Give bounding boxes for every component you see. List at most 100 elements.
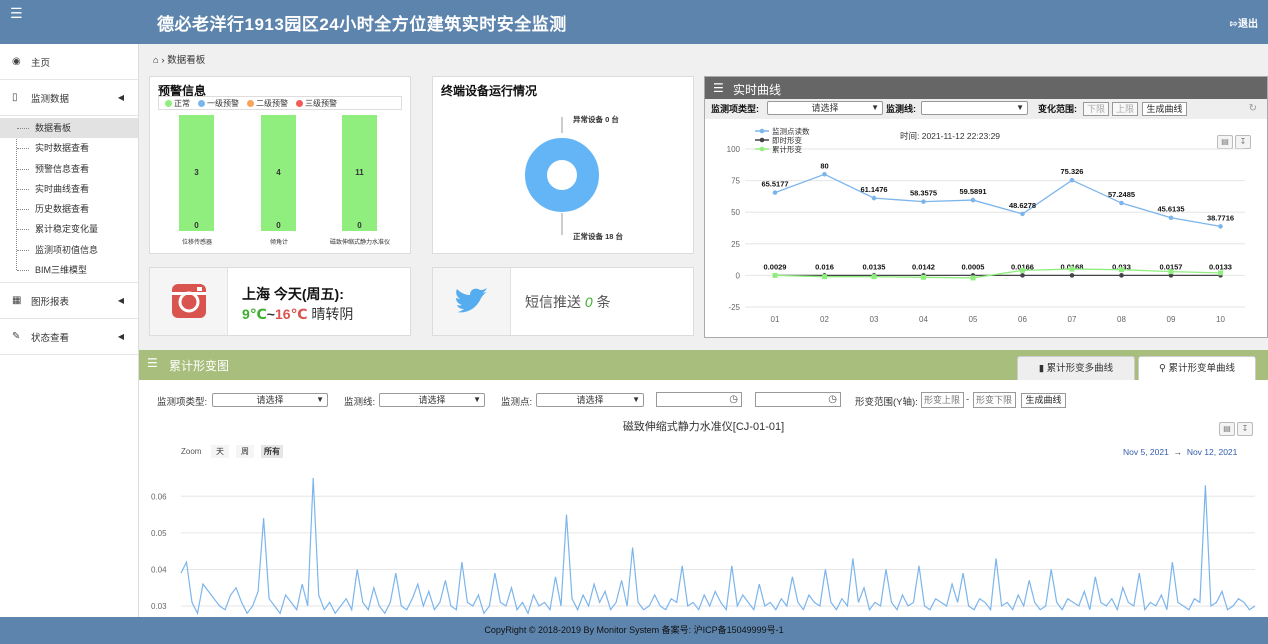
series-point[interactable] <box>1119 200 1124 206</box>
legend-marker <box>759 128 765 134</box>
submenu-item-dashboard[interactable]: 数据看板 <box>0 118 138 139</box>
cum-type-select[interactable]: 请选择 ▼ <box>212 393 328 407</box>
clock-icon: ◷ <box>729 394 738 405</box>
series-point[interactable] <box>772 272 778 278</box>
series-point[interactable] <box>772 190 778 195</box>
x-tick-label: 05 <box>969 315 978 324</box>
submenu-item-bim[interactable]: BIM三维模型 <box>0 260 138 280</box>
series-point[interactable] <box>871 195 877 201</box>
series-point[interactable] <box>1119 273 1124 278</box>
tab-single-curve[interactable]: ⚲ 累计形变单曲线 <box>1138 356 1256 380</box>
submenu-item-warnings[interactable]: 预警信息查看 <box>0 159 138 179</box>
normal-slice[interactable] <box>525 138 599 212</box>
rt-line-select[interactable]: ▼ <box>921 101 1028 115</box>
bar-label: 位移传感器 <box>181 240 212 246</box>
cumulative-series-line[interactable] <box>180 477 1256 616</box>
tab-label: 累计形变多曲线 <box>1046 363 1114 374</box>
legend-label[interactable]: 即时形变 <box>772 135 802 145</box>
hamburger-icon[interactable]: ☰ <box>10 6 23 20</box>
series-point[interactable] <box>1168 269 1174 275</box>
logout-button[interactable]: ⇰退出 <box>1230 15 1258 30</box>
deform-lower-input[interactable]: 形变下限 <box>973 392 1016 408</box>
realtime-card: ☰ 实时曲线 监测项类型: 请选择 ▼ 监测线: ▼ 变化范围: 下限 上限 生成… <box>704 76 1268 338</box>
deform-upper-input[interactable]: 形变上限 <box>921 392 964 408</box>
date-arrow: → <box>1173 447 1183 457</box>
series-point[interactable] <box>1069 273 1075 278</box>
rt-generate-button[interactable]: 生成曲线 <box>1142 102 1187 116</box>
legend-item[interactable]: 二级预警 <box>247 98 288 109</box>
sidebar-item-home[interactable]: ◉ 主页 <box>0 44 138 80</box>
series-line[interactable] <box>774 268 1221 279</box>
timestamp-text: 时间: 2021-11-12 22:23:29 <box>900 131 1000 141</box>
home-icon[interactable]: ⌂ <box>153 55 159 66</box>
legend-item[interactable]: 正常 <box>165 98 190 109</box>
cum-generate-button[interactable]: 生成曲线 <box>1021 393 1066 408</box>
rt-lower-input[interactable]: 下限 <box>1083 102 1109 116</box>
series-point[interactable] <box>1168 215 1174 221</box>
series-point[interactable] <box>1069 177 1075 183</box>
legend-dot <box>296 99 303 107</box>
series-point[interactable] <box>970 275 976 281</box>
rt-upper-input[interactable]: 上限 <box>1112 102 1138 116</box>
legend-label[interactable]: 监测点读数 <box>772 126 810 136</box>
series-point[interactable] <box>1119 267 1124 273</box>
series-point[interactable] <box>970 197 976 203</box>
series-line[interactable] <box>774 173 1221 228</box>
series-point[interactable] <box>1020 267 1025 273</box>
bar-bottom-value: 0 <box>194 221 199 230</box>
sidebar-item-status[interactable]: ✎ 状态查看 ◀ <box>0 319 138 356</box>
series-point[interactable] <box>1020 211 1025 217</box>
series-point[interactable] <box>1218 270 1223 276</box>
series-point[interactable] <box>1020 273 1025 278</box>
rt-type-select[interactable]: 请选择 ▼ <box>767 101 883 115</box>
sidebar-item-reports[interactable]: ▦ 图形报表 ◀ <box>0 283 138 320</box>
series-point[interactable] <box>1069 266 1075 272</box>
select-value: 请选择 <box>418 395 446 405</box>
data-label: 48.6278 <box>1009 201 1036 210</box>
system-title: 德必老洋行1913园区24小时全方位建筑实时安全监测 <box>157 15 567 34</box>
footer: CopyRight © 2018-2019 By Monitor System … <box>0 617 1268 644</box>
zoom-day-button[interactable]: 天 <box>211 445 229 458</box>
x-tick-label: 04 <box>919 315 928 324</box>
submenu-item-history[interactable]: 历史数据查看 <box>0 199 138 219</box>
normal-label: 正常设备 18 台 <box>573 231 624 241</box>
series-point[interactable] <box>921 274 926 280</box>
data-label: 0.0133 <box>1209 262 1232 271</box>
y-tick-label: 25 <box>731 240 740 249</box>
y-tick-label: -25 <box>728 303 740 312</box>
submenu-item-realtime-data[interactable]: 实时数据查看 <box>0 138 138 158</box>
tab-multi-curve[interactable]: ▮ 累计形变多曲线 <box>1017 356 1135 380</box>
terminal-card: 终端设备运行情况 异常设备 0 台 正常设备 18 台 <box>432 76 694 254</box>
sidebar-item-monitoring[interactable]: ▯ 监测数据 ◀ <box>0 80 138 116</box>
cum-point-select[interactable]: 请选择 ▼ <box>536 393 644 407</box>
submenu-item-cumulative[interactable]: 累计稳定变化量 <box>0 219 138 239</box>
dashboard-icon: ◉ <box>12 56 21 67</box>
legend-label[interactable]: 累计形变 <box>772 144 802 154</box>
zoom-all-button[interactable]: 所有 <box>261 445 283 458</box>
date-to[interactable]: Nov 12, 2021 <box>1187 447 1238 457</box>
realtime-header: ☰ 实时曲线 <box>705 77 1267 99</box>
end-date-input[interactable]: ◷ <box>755 392 841 407</box>
series-point[interactable] <box>871 274 877 280</box>
zoom-week-button[interactable]: 周 <box>236 445 254 458</box>
data-label: 0.0029 <box>764 262 787 271</box>
chevron-down-icon: ▼ <box>473 395 481 404</box>
monitoring-submenu: 数据看板 实时数据查看 预警信息查看 实时曲线查看 历史数据查看 累计稳定变化量… <box>0 116 138 284</box>
series-point[interactable] <box>822 274 827 280</box>
submenu-item-realtime-curve[interactable]: 实时曲线查看 <box>0 179 138 199</box>
start-date-input[interactable]: ◷ <box>656 392 742 407</box>
weather-city: 上海 今天(周五): <box>242 286 344 302</box>
series-point[interactable] <box>921 199 926 204</box>
data-label: 61.1476 <box>860 185 887 194</box>
print-icon[interactable]: ▤ <box>1219 422 1235 436</box>
series-point[interactable] <box>822 171 827 177</box>
series-point[interactable] <box>1218 224 1223 229</box>
legend-item[interactable]: 一级预警 <box>198 98 239 109</box>
refresh-icon[interactable]: ↻ <box>1249 103 1257 114</box>
download-icon[interactable]: ↧ <box>1237 422 1253 436</box>
legend-item[interactable]: 三级预警 <box>296 98 337 109</box>
date-from[interactable]: Nov 5, 2021 <box>1123 447 1169 457</box>
cum-line-select[interactable]: 请选择 ▼ <box>379 393 485 407</box>
legend-label: 正常 <box>174 98 190 108</box>
submenu-item-initial-values[interactable]: 监测项初值信息 <box>0 240 138 260</box>
